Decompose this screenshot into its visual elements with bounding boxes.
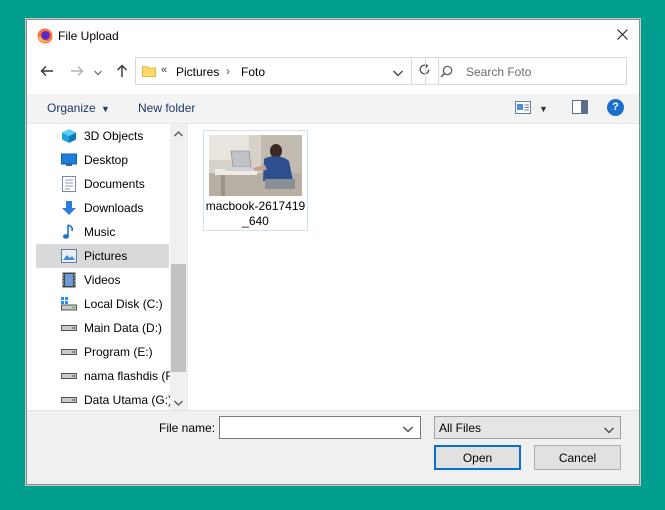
navigation-pane[interactable]: 3D Objects Desktop Documents Downloads M… bbox=[36, 124, 186, 410]
firefox-icon bbox=[37, 28, 53, 44]
address-bar[interactable]: « Pictures › Foto bbox=[135, 57, 412, 85]
open-button[interactable]: Open bbox=[434, 445, 521, 470]
window-title: File Upload bbox=[58, 29, 119, 43]
address-dropdown-icon[interactable] bbox=[393, 66, 403, 80]
drive-icon bbox=[61, 392, 77, 408]
command-bar: Organize ▼ New folder ▼ ? bbox=[27, 94, 639, 124]
videos-icon bbox=[61, 272, 77, 288]
dialog-footer: File name: All Files Open Cancel bbox=[27, 410, 639, 484]
desktop-icon bbox=[61, 152, 77, 168]
drive-icon bbox=[61, 344, 77, 360]
breadcrumb-foto[interactable]: Foto bbox=[241, 65, 265, 79]
breadcrumb-pictures[interactable]: Pictures bbox=[176, 65, 219, 79]
sidebar-item-desktop[interactable]: Desktop bbox=[36, 148, 169, 172]
view-details-icon bbox=[515, 101, 531, 117]
image-thumbnail bbox=[209, 135, 302, 196]
organize-button[interactable]: Organize ▼ bbox=[47, 101, 110, 115]
up-button[interactable] bbox=[112, 62, 132, 82]
pictures-icon bbox=[61, 248, 77, 264]
sidebar-item-documents[interactable]: Documents bbox=[36, 172, 169, 196]
file-name-label: macbook-2617419_640 bbox=[205, 199, 306, 228]
sidebar-item-flashdisk-f[interactable]: nama flashdis (F bbox=[36, 364, 173, 388]
file-item[interactable]: macbook-2617419_640 bbox=[203, 130, 308, 231]
scroll-thumb[interactable] bbox=[171, 264, 186, 372]
scroll-up-button[interactable] bbox=[170, 124, 187, 141]
breadcrumb-separator[interactable]: › bbox=[226, 64, 230, 78]
downloads-icon bbox=[61, 200, 77, 216]
sidebar-item-pictures[interactable]: Pictures bbox=[36, 244, 169, 268]
sidebar-item-local-disk-c[interactable]: Local Disk (C:) bbox=[36, 292, 169, 316]
sidebar-item-music[interactable]: Music bbox=[36, 220, 169, 244]
file-name-dropdown-icon[interactable] bbox=[403, 422, 413, 436]
close-button[interactable] bbox=[605, 20, 639, 52]
help-button[interactable]: ? bbox=[607, 99, 624, 116]
file-type-select[interactable]: All Files bbox=[434, 416, 621, 439]
sidebar-item-main-data-d[interactable]: Main Data (D:) bbox=[36, 316, 169, 340]
new-folder-button[interactable]: New folder bbox=[138, 101, 195, 115]
close-icon bbox=[616, 29, 628, 43]
back-button[interactable] bbox=[37, 62, 57, 82]
system-drive-icon bbox=[61, 296, 77, 312]
preview-pane-button[interactable] bbox=[572, 100, 588, 117]
change-view-button[interactable]: ▼ bbox=[515, 100, 553, 118]
search-box[interactable]: Search Foto bbox=[425, 57, 627, 85]
drive-icon bbox=[61, 368, 77, 384]
music-icon bbox=[61, 224, 77, 240]
sidebar-item-3d-objects[interactable]: 3D Objects bbox=[36, 124, 169, 148]
chevron-down-icon bbox=[604, 423, 614, 437]
file-list[interactable]: macbook-2617419_640 bbox=[188, 124, 639, 410]
chevron-down-icon bbox=[174, 395, 183, 409]
navigation-scrollbar[interactable] bbox=[170, 124, 187, 410]
forward-button[interactable] bbox=[67, 62, 87, 82]
caret-down-icon: ▼ bbox=[101, 104, 110, 114]
sidebar-item-program-e[interactable]: Program (E:) bbox=[36, 340, 169, 364]
arrow-left-icon bbox=[40, 65, 54, 80]
file-type-value: All Files bbox=[439, 421, 482, 435]
recent-locations-button[interactable] bbox=[91, 62, 105, 82]
file-name-input[interactable] bbox=[219, 416, 421, 439]
caret-down-icon: ▼ bbox=[539, 104, 548, 114]
search-icon bbox=[440, 65, 453, 81]
chevron-down-icon bbox=[94, 65, 102, 79]
breadcrumb-overflow[interactable]: « bbox=[161, 64, 167, 76]
arrow-up-icon bbox=[116, 64, 128, 81]
cancel-button[interactable]: Cancel bbox=[534, 445, 621, 470]
title-bar[interactable]: File Upload bbox=[27, 20, 639, 52]
sidebar-item-videos[interactable]: Videos bbox=[36, 268, 169, 292]
drive-icon bbox=[61, 320, 77, 336]
file-upload-dialog: File Upload « Pictures › Foto Search Fot… bbox=[26, 19, 640, 485]
arrow-right-icon bbox=[70, 65, 84, 80]
3d-objects-icon bbox=[61, 128, 77, 144]
documents-icon bbox=[61, 176, 77, 192]
folder-icon bbox=[142, 64, 156, 81]
search-input[interactable]: Search Foto bbox=[466, 65, 531, 79]
sidebar-item-downloads[interactable]: Downloads bbox=[36, 196, 169, 220]
preview-pane-icon bbox=[572, 100, 588, 117]
file-name-label-text: File name: bbox=[159, 421, 216, 435]
sidebar-item-data-utama-g[interactable]: Data Utama (G:) bbox=[36, 388, 172, 410]
scroll-down-button[interactable] bbox=[170, 393, 187, 410]
chevron-up-icon bbox=[174, 126, 183, 140]
